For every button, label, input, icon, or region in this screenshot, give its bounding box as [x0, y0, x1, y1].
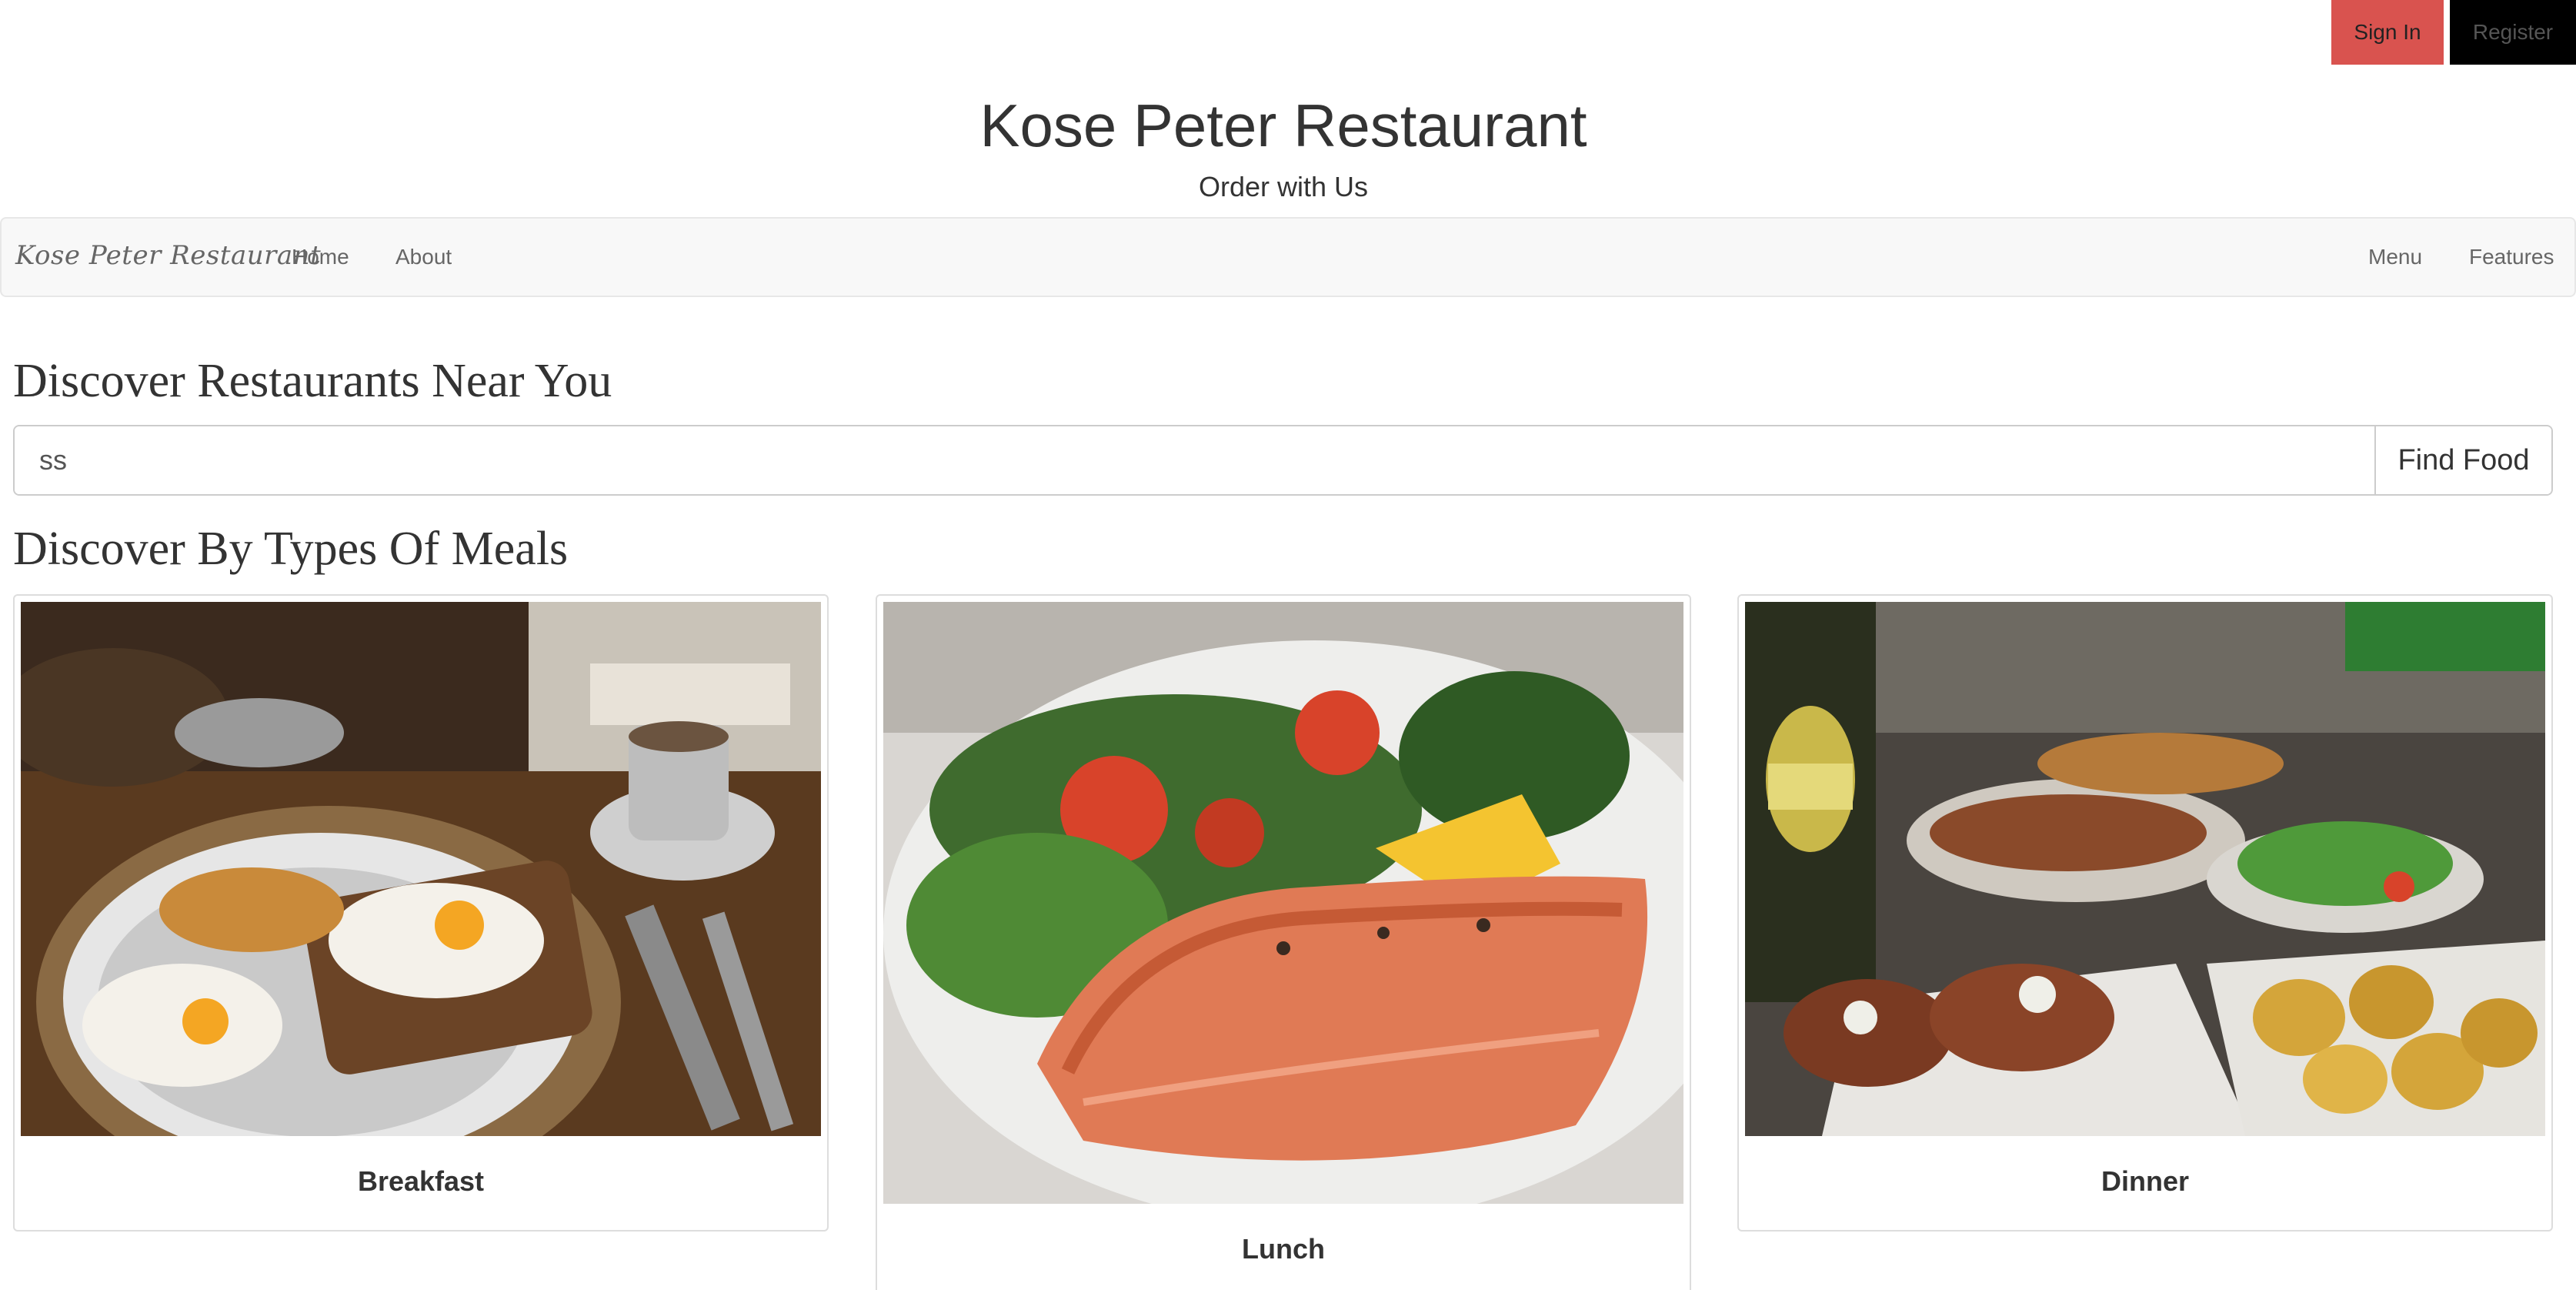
find-food-button[interactable]: Find Food: [2374, 426, 2551, 494]
meal-card-lunch[interactable]: Lunch: [876, 594, 1691, 1290]
lunch-photo: [883, 602, 1683, 1204]
search-input[interactable]: [15, 426, 2374, 494]
dinner-photo: [1745, 602, 2545, 1136]
navbar-brand[interactable]: Kose Peter Restaurant: [15, 240, 321, 271]
meal-card-label: Lunch: [1242, 1233, 1325, 1265]
register-button[interactable]: Register: [2450, 0, 2576, 65]
sign-in-button[interactable]: Sign In: [2331, 0, 2444, 65]
meal-card-breakfast[interactable]: Breakfast: [13, 594, 829, 1232]
nav-link-about[interactable]: About: [395, 245, 452, 269]
nav-link-menu[interactable]: Menu: [2368, 245, 2422, 269]
meal-card-dinner[interactable]: Dinner: [1737, 594, 2553, 1232]
discover-heading: Discover Restaurants Near You: [13, 355, 612, 407]
navbar: Kose Peter Restaurant Home About Menu Fe…: [0, 217, 2576, 297]
auth-buttons: Sign In Register: [2331, 0, 2576, 65]
breakfast-photo: [21, 602, 821, 1136]
search-bar: Find Food: [13, 425, 2553, 496]
site-subtitle: Order with Us: [1198, 171, 1369, 202]
nav-link-features[interactable]: Features: [2469, 245, 2554, 269]
meal-card-label: Breakfast: [357, 1165, 485, 1197]
meal-card-label: Dinner: [2101, 1165, 2189, 1197]
nav-link-home[interactable]: Home: [292, 245, 349, 269]
site-title: Kose Peter Restaurant: [979, 92, 1587, 159]
meals-heading: Discover By Types Of Meals: [13, 523, 569, 575]
